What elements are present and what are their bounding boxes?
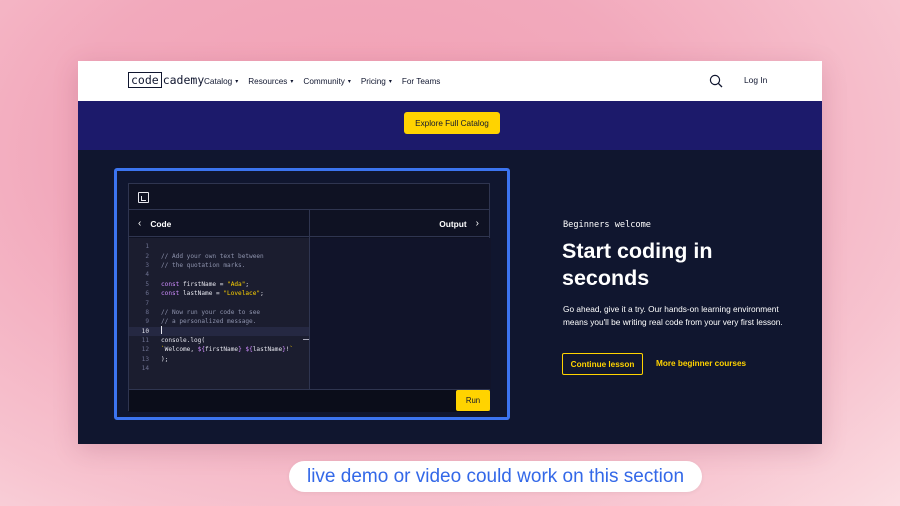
editor-toolbar: [129, 184, 489, 210]
output-tab-label: Output: [439, 218, 467, 229]
main-menu: Catalog ▾ Resources ▾ Community ▾ Pricin…: [204, 61, 440, 101]
code-line: 7: [129, 298, 309, 307]
line-number: 1: [145, 243, 149, 251]
code-text: const firstName = "Ada";: [161, 280, 250, 288]
code-line: 13);: [129, 355, 309, 364]
nav-item-label: For Teams: [401, 76, 441, 86]
code-line: 1: [129, 242, 309, 251]
caret-down-icon: ▾: [388, 78, 392, 85]
run-button[interactable]: Run: [456, 390, 490, 411]
nav-item-for-teams[interactable]: For Teams: [402, 77, 441, 86]
caret-down-icon: ▾: [290, 78, 294, 85]
line-number: 11: [141, 337, 149, 345]
code-line: 2 // Add your own text between: [129, 251, 309, 260]
line-number: 12: [141, 346, 149, 354]
line-number: 2: [145, 252, 149, 260]
chevron-right-icon[interactable]: ›: [476, 218, 479, 229]
code-text: // a personalized message.: [161, 318, 257, 326]
catalog-banner: Explore Full Catalog: [78, 101, 822, 150]
nav-item-label: Pricing: [360, 76, 386, 86]
nav-item-community[interactable]: Community ▾: [303, 77, 350, 86]
code-line: 11 console.log(: [129, 336, 309, 345]
code-lines: 1 2 // Add your own text between 3 // the …: [129, 242, 309, 373]
code-line: 6 const lastName = "Lovelace";: [129, 289, 309, 298]
editor-footer: [129, 389, 489, 412]
code-tab-label: Code: [150, 218, 172, 229]
code-text: const lastName = "Lovelace";: [161, 290, 264, 298]
code-line: 12 `Welcome, ${firstName} ${lastName}!`: [129, 345, 309, 354]
codecademy-logo[interactable]: code cademy: [128, 72, 204, 88]
logo-cademy-text: cademy: [162, 73, 205, 87]
search-icon[interactable]: [709, 74, 723, 88]
code-text: );: [161, 355, 169, 363]
nav-item-resources[interactable]: Resources ▾: [248, 77, 293, 86]
line-number: 13: [141, 355, 149, 363]
caret-down-icon: ▾: [235, 78, 239, 85]
nav-item-pricing[interactable]: Pricing ▾: [361, 77, 392, 86]
line-number: 4: [145, 271, 149, 279]
line-number: 3: [145, 261, 149, 269]
section-description: Go ahead, give it a try. Our hands-on le…: [563, 304, 783, 327]
output-pane: [310, 238, 491, 389]
more-beginner-courses-link[interactable]: More beginner courses: [656, 359, 746, 368]
text-cursor: [161, 326, 162, 335]
code-pane[interactable]: 1 2 // Add your own text between 3 // the …: [129, 238, 309, 389]
line-number: 5: [145, 280, 149, 288]
nav-item-label: Community: [303, 76, 345, 86]
login-link[interactable]: Log In: [744, 75, 767, 85]
explore-catalog-button[interactable]: Explore Full Catalog: [404, 112, 500, 134]
code-line: 9 // a personalized message.: [129, 317, 309, 326]
code-tab[interactable]: ‹ Code: [138, 210, 171, 237]
code-text: console.log(: [161, 337, 206, 345]
top-navigation: code cademy Catalog ▾ Resources ▾ Communi…: [78, 61, 822, 101]
code-text: [149, 326, 162, 336]
annotation-caption: live demo or video could work on this se…: [289, 461, 702, 492]
terminal-icon: [138, 192, 149, 203]
eyebrow-text: Beginners welcome: [563, 220, 651, 230]
nav-item-label: Catalog: [204, 76, 233, 86]
code-line: 4: [129, 270, 309, 279]
code-text: `Welcome, ${firstName} ${lastName}!`: [161, 346, 294, 354]
line-number: 6: [145, 290, 149, 298]
code-line: 5 const firstName = "Ada";: [129, 280, 309, 289]
section-title: Start coding in seconds: [562, 239, 713, 290]
code-line-active: 10: [129, 326, 309, 336]
chevron-left-icon[interactable]: ‹: [138, 218, 141, 229]
output-tab[interactable]: Output ›: [439, 210, 479, 237]
code-text: // the quotation marks.: [161, 261, 246, 269]
logo-code-box: code: [128, 72, 162, 88]
code-line: 3 // the quotation marks.: [129, 261, 309, 270]
line-number: 8: [145, 308, 149, 316]
line-number: 9: [145, 318, 149, 326]
line-number: 10: [141, 327, 149, 335]
code-line: 14: [129, 364, 309, 373]
nav-item-label: Resources: [248, 76, 288, 86]
nav-item-catalog[interactable]: Catalog ▾: [204, 77, 238, 86]
code-line: 8 // Now run your code to see: [129, 308, 309, 317]
code-text: // Now run your code to see: [161, 308, 261, 316]
line-number: 7: [145, 299, 149, 307]
continue-lesson-button[interactable]: Continue lesson: [562, 353, 643, 375]
code-editor: ‹ Code Output › 1 2 // Add your own text …: [128, 183, 491, 412]
code-text: // Add your own text between: [161, 252, 264, 260]
line-number: 14: [141, 365, 149, 373]
caret-down-icon: ▾: [347, 78, 351, 85]
codecademy-page: code cademy Catalog ▾ Resources ▾ Communi…: [78, 61, 822, 444]
